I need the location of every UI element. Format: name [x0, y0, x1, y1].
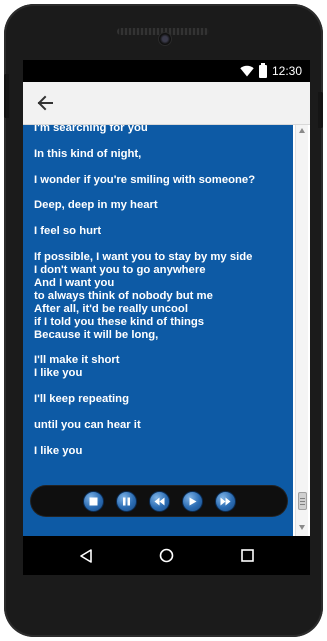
screen: 12:30 I'm searching for you In this kind…: [23, 60, 310, 575]
power-button: [318, 92, 323, 128]
player-controls: [31, 486, 287, 516]
pause-button[interactable]: [115, 490, 137, 512]
back-triangle-icon: [79, 548, 92, 563]
stop-button[interactable]: [82, 490, 104, 512]
back-button[interactable]: [23, 82, 67, 125]
content-area: I'm searching for you In this kind of ni…: [23, 125, 310, 536]
thumb-grip-line: [300, 504, 305, 505]
phone-frame: 12:30 I'm searching for you In this kind…: [4, 4, 323, 637]
nav-recents-button[interactable]: [228, 536, 268, 575]
battery-icon: [258, 62, 267, 78]
thumb-grip-line: [300, 498, 305, 499]
play-icon: [189, 497, 196, 505]
play-button[interactable]: [181, 490, 203, 512]
home-circle-icon: [159, 548, 174, 563]
scroll-up-arrow-icon[interactable]: [299, 128, 305, 133]
navigation-bar: [23, 536, 310, 575]
lyrics-panel[interactable]: I'm searching for you In this kind of ni…: [23, 125, 293, 536]
thumb-grip-line: [300, 501, 305, 502]
pause-icon: [122, 497, 130, 505]
rewind-button[interactable]: [148, 490, 170, 512]
app-bar: [23, 82, 310, 125]
front-camera: [158, 32, 172, 46]
status-bar: 12:30: [23, 60, 310, 82]
fast-forward-icon: [220, 497, 230, 505]
recents-square-icon: [241, 549, 254, 562]
volume-button: [4, 74, 9, 118]
arrow-left-icon: [37, 95, 53, 111]
wifi-icon: [240, 65, 254, 77]
scroll-down-arrow-icon[interactable]: [299, 525, 305, 530]
lyrics-text: I'm searching for you In this kind of ni…: [34, 125, 256, 457]
stop-icon: [89, 497, 97, 505]
nav-back-button[interactable]: [66, 536, 106, 575]
status-time: 12:30: [271, 64, 302, 78]
scroll-thumb[interactable]: [298, 492, 307, 510]
fast-forward-button[interactable]: [214, 490, 236, 512]
scrollbar[interactable]: [295, 125, 308, 536]
nav-home-button[interactable]: [147, 536, 187, 575]
rewind-icon: [154, 497, 164, 505]
